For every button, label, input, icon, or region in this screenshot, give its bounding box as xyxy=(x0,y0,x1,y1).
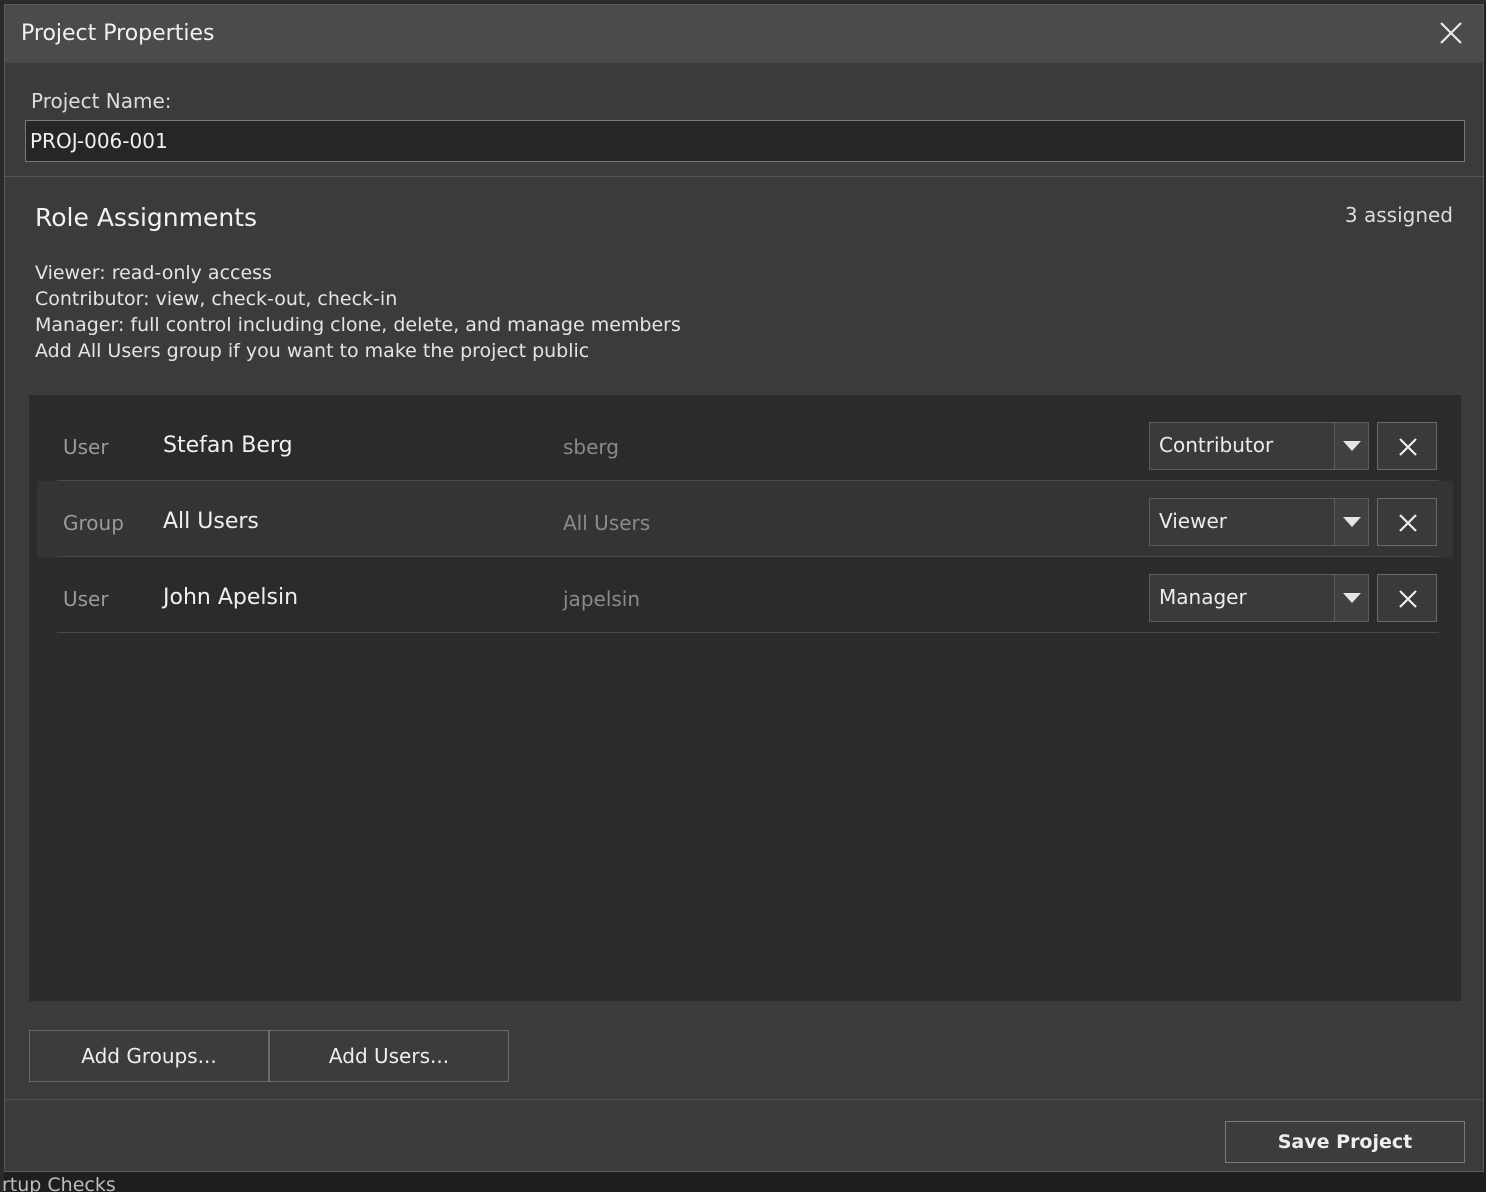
role-assignments-title: Role Assignments xyxy=(35,203,258,232)
close-icon xyxy=(1440,22,1462,44)
member-kind: Group xyxy=(63,511,124,535)
remove-icon xyxy=(1399,514,1417,532)
role-dropdown-arrow[interactable] xyxy=(1334,423,1368,469)
chevron-down-icon xyxy=(1343,517,1361,527)
role-dropdown-arrow[interactable] xyxy=(1334,499,1368,545)
remove-icon xyxy=(1399,438,1417,456)
footer-divider xyxy=(5,1099,1483,1100)
chevron-down-icon xyxy=(1343,441,1361,451)
help-line-contributor: Contributor: view, check-out, check-in xyxy=(35,288,398,310)
dialog-title: Project Properties xyxy=(21,21,215,46)
role-dropdown-value: Manager xyxy=(1159,585,1247,609)
chevron-down-icon xyxy=(1343,593,1361,603)
dialog-close-button[interactable] xyxy=(1433,15,1469,51)
project-properties-dialog: Project Properties Project Name: Role As… xyxy=(4,4,1484,1172)
role-dropdown-value: Viewer xyxy=(1159,509,1227,533)
table-row[interactable]: User John Apelsin japelsin Manager xyxy=(37,557,1453,633)
role-dropdown-arrow[interactable] xyxy=(1334,575,1368,621)
table-row[interactable]: Group All Users All Users Viewer xyxy=(37,481,1453,557)
divider xyxy=(5,176,1483,177)
role-dropdown-value: Contributor xyxy=(1159,433,1274,457)
member-login: sberg xyxy=(563,435,619,459)
member-login: All Users xyxy=(563,511,651,535)
member-display-name: All Users xyxy=(163,509,259,534)
member-kind: User xyxy=(63,435,109,459)
remove-icon xyxy=(1399,590,1417,608)
role-dropdown[interactable]: Viewer xyxy=(1149,498,1369,546)
member-display-name: John Apelsin xyxy=(163,585,299,610)
role-assignment-list[interactable]: User Stefan Berg sberg Contributor Group… xyxy=(29,395,1461,1001)
row-divider xyxy=(57,632,1439,633)
remove-member-button[interactable] xyxy=(1377,422,1437,470)
member-login: japelsin xyxy=(563,587,641,611)
member-kind: User xyxy=(63,587,109,611)
background-app-text: rtup Checks xyxy=(2,1174,116,1192)
remove-member-button[interactable] xyxy=(1377,574,1437,622)
save-project-button[interactable]: Save Project xyxy=(1225,1121,1465,1163)
dialog-titlebar[interactable]: Project Properties xyxy=(5,5,1483,63)
help-line-viewer: Viewer: read-only access xyxy=(35,262,272,284)
help-line-public: Add All Users group if you want to make … xyxy=(35,340,590,362)
help-line-manager: Manager: full control including clone, d… xyxy=(35,314,681,336)
add-users-button[interactable]: Add Users... xyxy=(269,1030,509,1082)
role-help-text: Viewer: read-only access Contributor: vi… xyxy=(35,260,681,364)
table-row[interactable]: User Stefan Berg sberg Contributor xyxy=(37,405,1453,481)
add-groups-button[interactable]: Add Groups... xyxy=(29,1030,269,1082)
project-name-label: Project Name: xyxy=(31,89,172,113)
role-dropdown[interactable]: Manager xyxy=(1149,574,1369,622)
remove-member-button[interactable] xyxy=(1377,498,1437,546)
assigned-count: 3 assigned xyxy=(1344,203,1453,227)
member-display-name: Stefan Berg xyxy=(163,433,293,458)
project-name-input[interactable] xyxy=(25,120,1465,162)
role-dropdown[interactable]: Contributor xyxy=(1149,422,1369,470)
